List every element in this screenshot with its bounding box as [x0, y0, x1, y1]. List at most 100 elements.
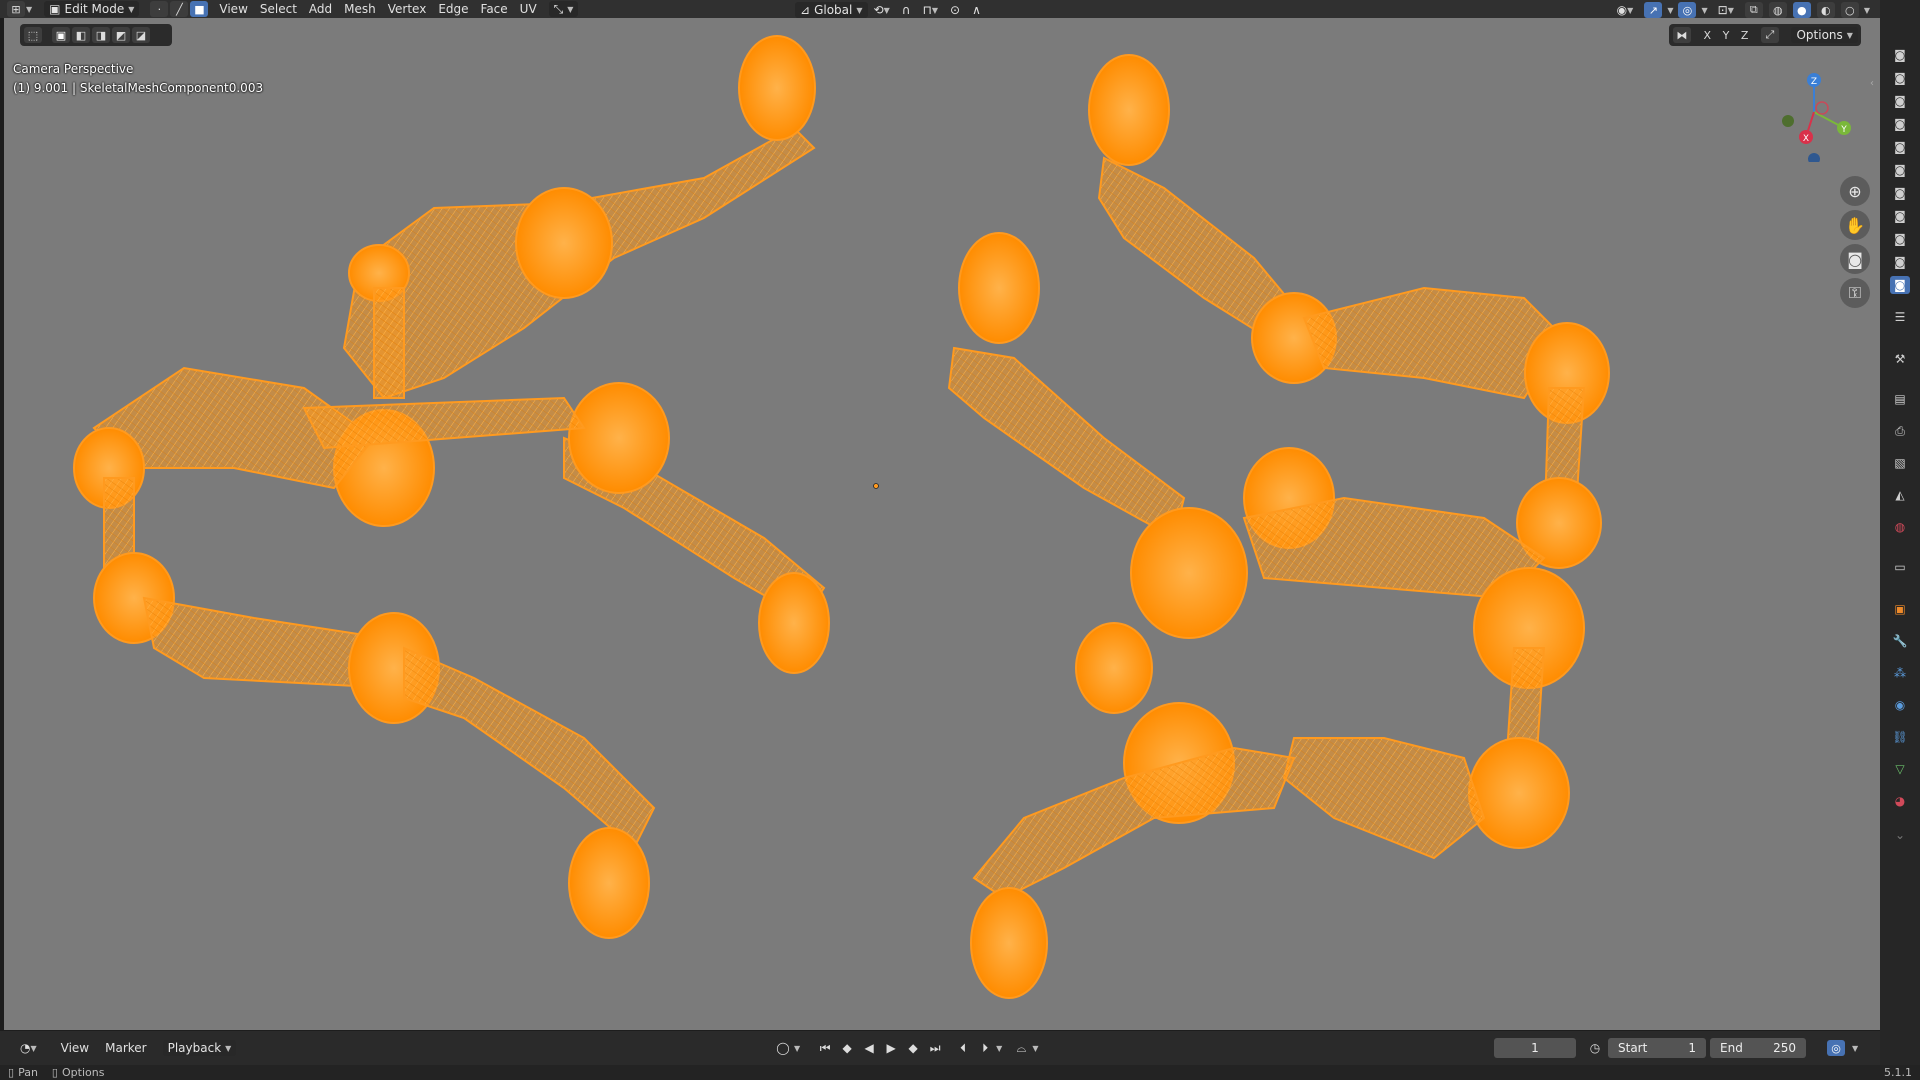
axis-z-toggle[interactable]: Z	[1741, 29, 1749, 42]
view-layer-icon[interactable]: ▧	[1890, 454, 1910, 472]
options-dropdown[interactable]: Options ▼	[1791, 27, 1858, 43]
shading-rendered[interactable]: ○	[1840, 2, 1859, 18]
lock-camera-button[interactable]: ⚿	[1840, 278, 1870, 308]
output-icon[interactable]: ⎙	[1890, 422, 1910, 440]
proportional-edit-toggle[interactable]: ⊙	[944, 1, 966, 19]
current-frame-field[interactable]: 1	[1494, 1038, 1576, 1058]
select-new-icon[interactable]: ▣	[52, 27, 70, 43]
scene-icon[interactable]: ◭	[1890, 486, 1910, 504]
face-select-icon[interactable]: ■	[190, 1, 209, 17]
camera-icon[interactable]: ◙	[1890, 69, 1910, 87]
select-subtract-icon[interactable]: ◨	[92, 27, 110, 43]
chevron-down-icon[interactable]: ▼	[1852, 1044, 1858, 1053]
mirror-icon[interactable]: ⧓	[1673, 27, 1691, 43]
menu-face[interactable]: Face	[475, 0, 514, 18]
select-invert-icon[interactable]: ◩	[112, 27, 130, 43]
shading-material[interactable]: ◐	[1816, 2, 1835, 18]
navigation-gizmo[interactable]: Z Y X	[1764, 62, 1864, 162]
vertex-select-icon[interactable]: ·	[150, 1, 169, 17]
editor-type-button[interactable]: ⊞ ▼	[0, 0, 38, 18]
menu-mesh[interactable]: Mesh	[338, 0, 382, 18]
timeline-menu-marker[interactable]: Marker	[97, 1041, 154, 1055]
prev-marker-icon[interactable]: ⏴	[952, 1038, 974, 1058]
edge-select-icon[interactable]: ╱	[170, 1, 189, 17]
menu-select[interactable]: Select	[254, 0, 303, 18]
properties-toggle-icon[interactable]: ☰	[1890, 308, 1910, 326]
snap-toggle[interactable]: ∩	[896, 1, 917, 19]
render-icon[interactable]: ▤	[1890, 390, 1910, 408]
mouse-icon: ▯	[51, 1066, 58, 1079]
transform-orientation-dropdown[interactable]: ⊿ Global ▼	[795, 2, 868, 18]
particles-icon[interactable]: ⁂	[1890, 664, 1910, 682]
play-reverse-icon[interactable]: ◀	[858, 1038, 880, 1058]
end-frame-field[interactable]: End 250	[1710, 1038, 1806, 1058]
pan-button[interactable]: ✋	[1840, 210, 1870, 240]
mesh-edit-overlay-button[interactable]: ⊡ ▼	[1712, 1, 1740, 19]
xray-toggle[interactable]: ⧉	[1744, 2, 1763, 18]
physics-icon[interactable]: ◉	[1890, 696, 1910, 714]
axis-y-toggle[interactable]: Y	[1723, 29, 1730, 42]
next-keyframe-icon[interactable]: ◆	[902, 1038, 924, 1058]
modifier-wrench-icon[interactable]: 🔧	[1890, 632, 1910, 650]
world-icon[interactable]: ◍	[1890, 518, 1910, 536]
tool-icon[interactable]: ⚒	[1890, 350, 1910, 368]
gizmo-neg-z[interactable]	[1808, 153, 1820, 162]
stopwatch-icon[interactable]: ◷	[1584, 1038, 1606, 1058]
3d-viewport[interactable]: ⬚ ▣ ◧ ◨ ◩ ◪ Camera Perspective (1) 9.001…	[4, 18, 1880, 1030]
gizmo-toggle[interactable]: ↗	[1644, 2, 1663, 18]
camera-view-button[interactable]: ◙	[1840, 244, 1870, 274]
shading-options-chevron[interactable]: ▼	[1864, 6, 1870, 15]
timeline-menu-view[interactable]: View	[53, 1041, 97, 1055]
select-intersect-icon[interactable]: ◪	[132, 27, 150, 43]
camera-icon[interactable]: ◙	[1890, 115, 1910, 133]
collection-icon[interactable]: ▭	[1890, 558, 1910, 576]
axis-x-toggle[interactable]: X	[1704, 29, 1712, 42]
keying-icon[interactable]: ⌓	[1010, 1038, 1032, 1058]
camera-icon[interactable]: ◙	[1890, 138, 1910, 156]
camera-icon[interactable]: ◙	[1890, 253, 1910, 271]
camera-icon[interactable]: ◙	[1890, 161, 1910, 179]
next-marker-icon[interactable]: ⏵	[974, 1038, 996, 1058]
prev-keyframe-icon[interactable]: ◆	[836, 1038, 858, 1058]
overlay-toggle[interactable]: ◎	[1678, 2, 1697, 18]
auto-merge-icon[interactable]: ⤢	[1760, 27, 1779, 43]
active-camera-icon[interactable]: ◙	[1890, 276, 1910, 294]
shading-wireframe[interactable]: ◍	[1768, 2, 1787, 18]
jump-end-icon[interactable]: ⏭	[924, 1038, 946, 1058]
pivot-point-button[interactable]: ⟲ ▼	[868, 1, 896, 19]
sidebar-toggle-arrow[interactable]: ‹	[1870, 78, 1874, 89]
object-icon[interactable]: ▣	[1890, 600, 1910, 618]
select-extend-icon[interactable]: ◧	[72, 27, 90, 43]
zoom-button[interactable]: ⊕	[1840, 176, 1870, 206]
timeline-view-toggle[interactable]: ◎	[1827, 1040, 1845, 1056]
mode-selector[interactable]: ▣ Edit Mode ▼	[38, 0, 145, 18]
camera-icon[interactable]: ◙	[1890, 92, 1910, 110]
more-chevron-icon[interactable]: ⌄	[1890, 826, 1910, 844]
menu-edge[interactable]: Edge	[432, 0, 474, 18]
menu-vertex[interactable]: Vertex	[382, 0, 433, 18]
gizmo-neg-x[interactable]	[1815, 101, 1829, 115]
visibility-button[interactable]: ◉ ▼	[1611, 1, 1640, 19]
menu-add[interactable]: Add	[303, 0, 338, 18]
menu-view[interactable]: View	[213, 0, 253, 18]
gizmo-neg-y[interactable]	[1782, 115, 1794, 127]
material-icon[interactable]: ◕	[1890, 792, 1910, 810]
camera-icon[interactable]: ◙	[1890, 46, 1910, 64]
constraints-icon[interactable]: ⛓	[1890, 728, 1910, 746]
falloff-button[interactable]: ∧	[966, 1, 987, 19]
uv-select-sync[interactable]: ⤡ ▼	[543, 0, 585, 18]
record-icon[interactable]: ◯	[772, 1038, 794, 1058]
shading-solid[interactable]: ●	[1792, 2, 1811, 18]
timeline-editor-type[interactable]: ◔ ▼	[14, 1039, 43, 1057]
camera-icon[interactable]: ◙	[1890, 184, 1910, 202]
jump-start-icon[interactable]: ⏮	[814, 1038, 836, 1058]
playback-dropdown[interactable]: Playback ▼	[162, 1040, 237, 1056]
mesh-data-icon[interactable]: ▽	[1890, 760, 1910, 778]
start-frame-field[interactable]: Start 1	[1608, 1038, 1706, 1058]
play-icon[interactable]: ▶	[880, 1038, 902, 1058]
snap-target-button[interactable]: ⊓ ▼	[917, 1, 945, 19]
select-tool-icon[interactable]: ⬚	[24, 27, 42, 43]
camera-icon[interactable]: ◙	[1890, 230, 1910, 248]
camera-icon[interactable]: ◙	[1890, 207, 1910, 225]
menu-uv[interactable]: UV	[514, 0, 543, 18]
